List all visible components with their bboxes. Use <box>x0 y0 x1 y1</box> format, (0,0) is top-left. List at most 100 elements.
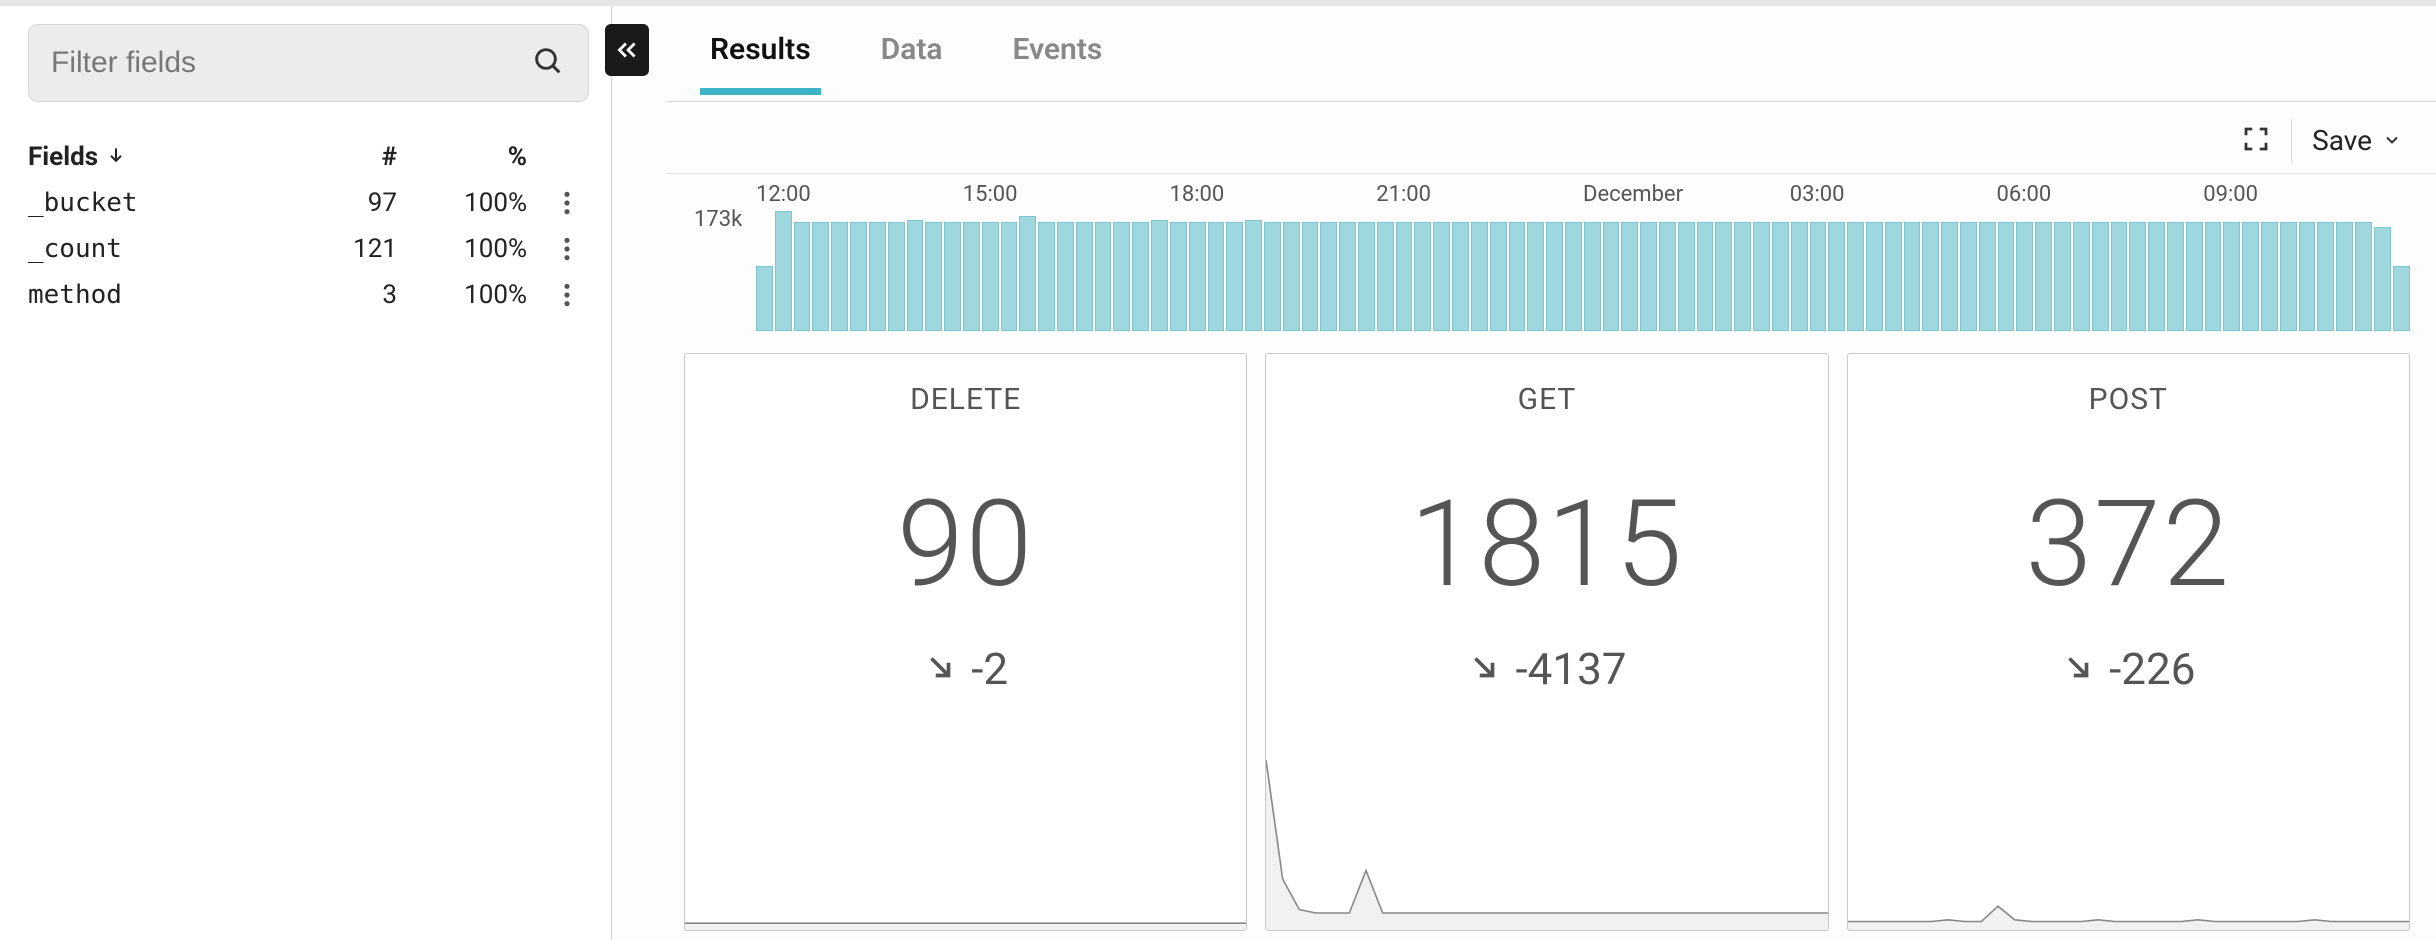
metric-card-delete[interactable]: DELETE 90 -2 <box>684 353 1247 931</box>
timeline-bar[interactable] <box>869 222 886 331</box>
timeline-bar[interactable] <box>1810 222 1827 331</box>
timeline-bar[interactable] <box>2261 222 2278 331</box>
timeline-bar[interactable] <box>1621 222 1638 331</box>
timeline-bar[interactable] <box>1377 222 1394 331</box>
timeline-bar[interactable] <box>1772 222 1789 331</box>
timeline-bar[interactable] <box>1038 222 1055 331</box>
timeline-bar[interactable] <box>2073 222 2090 331</box>
timeline-bar[interactable] <box>1170 222 1187 331</box>
timeline-bar[interactable] <box>1546 222 1563 331</box>
timeline-bar[interactable] <box>812 222 829 331</box>
timeline-bar[interactable] <box>1659 222 1676 331</box>
timeline-bar[interactable] <box>2242 222 2259 331</box>
timeline-bar[interactable] <box>2299 222 2316 331</box>
timeline-bar[interactable] <box>831 222 848 331</box>
save-button[interactable]: Save <box>2312 124 2402 157</box>
timeline-bar[interactable] <box>1208 222 1225 331</box>
timeline-bar[interactable] <box>1509 222 1526 331</box>
timeline-bar[interactable] <box>2223 222 2240 331</box>
timeline-bar[interactable] <box>2355 222 2372 331</box>
timeline-bar[interactable] <box>907 220 924 331</box>
timeline-bar[interactable] <box>1076 222 1093 331</box>
timeline-bar[interactable] <box>888 222 905 331</box>
timeline-bar[interactable] <box>1113 222 1130 331</box>
timeline-bar[interactable] <box>1960 222 1977 331</box>
timeline-bar[interactable] <box>1922 222 1939 331</box>
field-row-menu-icon[interactable] <box>537 236 597 262</box>
timeline-bar[interactable] <box>1490 222 1507 331</box>
timeline-bar[interactable] <box>1753 222 1770 331</box>
search-icon[interactable] <box>532 45 564 81</box>
metric-card-get[interactable]: GET 1815 -4137 <box>1265 353 1828 931</box>
timeline-bar[interactable] <box>1339 222 1356 331</box>
collapse-sidebar-button[interactable] <box>605 24 649 76</box>
timeline-bar[interactable] <box>2393 266 2410 331</box>
timeline-bar[interactable] <box>1565 222 1582 331</box>
timeline-bar[interactable] <box>2035 222 2052 331</box>
timeline-bar[interactable] <box>2280 222 2297 331</box>
timeline-bar[interactable] <box>1640 222 1657 331</box>
timeline-bar[interactable] <box>2016 222 2033 331</box>
fields-row[interactable]: _count 121 100% <box>28 226 597 272</box>
timeline-bar[interactable] <box>2092 222 2109 331</box>
timeline-bar[interactable] <box>1603 222 1620 331</box>
timeline-bar[interactable] <box>1264 222 1281 331</box>
timeline-bar[interactable] <box>2374 227 2391 331</box>
fields-row[interactable]: _bucket 97 100% <box>28 180 597 226</box>
timeline-bar[interactable] <box>1019 216 1036 331</box>
timeline-bar[interactable] <box>756 266 773 331</box>
timeline-bar[interactable] <box>982 222 999 331</box>
timeline-bar[interactable] <box>1904 222 1921 331</box>
timeline-bar[interactable] <box>775 211 792 331</box>
timeline-bar[interactable] <box>1189 222 1206 331</box>
timeline-bar[interactable] <box>794 222 811 331</box>
timeline-histogram[interactable]: 12:0015:0018:0021:00December03:0006:0009… <box>666 174 2436 335</box>
timeline-bar[interactable] <box>1396 222 1413 331</box>
field-row-menu-icon[interactable] <box>537 282 597 308</box>
timeline-bar[interactable] <box>1847 222 1864 331</box>
timeline-bar[interactable] <box>2129 222 2146 331</box>
metric-card-post[interactable]: POST 372 -226 <box>1847 353 2410 931</box>
timeline-bar[interactable] <box>2054 222 2071 331</box>
tab-results[interactable]: Results <box>704 26 817 93</box>
timeline-bar[interactable] <box>1302 222 1319 331</box>
timeline-bar[interactable] <box>1527 222 1544 331</box>
timeline-bar[interactable] <box>1414 222 1431 331</box>
timeline-bar[interactable] <box>1791 222 1808 331</box>
timeline-bar[interactable] <box>2111 222 2128 331</box>
timeline-bar[interactable] <box>2167 222 2184 331</box>
timeline-bar[interactable] <box>2336 222 2353 331</box>
timeline-bar[interactable] <box>963 222 980 331</box>
timeline-bar[interactable] <box>1452 222 1469 331</box>
field-row-menu-icon[interactable] <box>537 190 597 216</box>
timeline-bar[interactable] <box>850 222 867 331</box>
timeline-bar[interactable] <box>1001 222 1018 331</box>
timeline-bar[interactable] <box>1095 222 1112 331</box>
timeline-bar[interactable] <box>1734 222 1751 331</box>
tab-events[interactable]: Events <box>1007 26 1109 93</box>
timeline-bar[interactable] <box>1715 222 1732 331</box>
timeline-bar[interactable] <box>1226 222 1243 331</box>
timeline-bar[interactable] <box>1828 222 1845 331</box>
timeline-bar[interactable] <box>1866 222 1883 331</box>
timeline-bar[interactable] <box>1433 222 1450 331</box>
timeline-bar[interactable] <box>1151 220 1168 331</box>
timeline-bar[interactable] <box>2317 222 2334 331</box>
timeline-bar[interactable] <box>1057 222 1074 331</box>
filter-fields-input[interactable] <box>51 46 532 80</box>
timeline-bar[interactable] <box>1320 222 1337 331</box>
timeline-bar[interactable] <box>925 222 942 331</box>
timeline-bar[interactable] <box>944 222 961 331</box>
timeline-bar[interactable] <box>1979 222 1996 331</box>
timeline-bar[interactable] <box>2148 222 2165 331</box>
fullscreen-icon[interactable] <box>2241 124 2271 158</box>
tab-data[interactable]: Data <box>875 26 949 93</box>
timeline-bar[interactable] <box>1283 222 1300 331</box>
fields-row[interactable]: method 3 100% <box>28 272 597 318</box>
sort-down-icon[interactable] <box>106 142 126 172</box>
timeline-bar[interactable] <box>1471 222 1488 331</box>
timeline-bar[interactable] <box>1941 222 1958 331</box>
fields-table-header[interactable]: Fields # % <box>28 134 597 180</box>
filter-fields-input-wrap[interactable] <box>28 24 589 102</box>
timeline-bar[interactable] <box>1998 222 2015 331</box>
